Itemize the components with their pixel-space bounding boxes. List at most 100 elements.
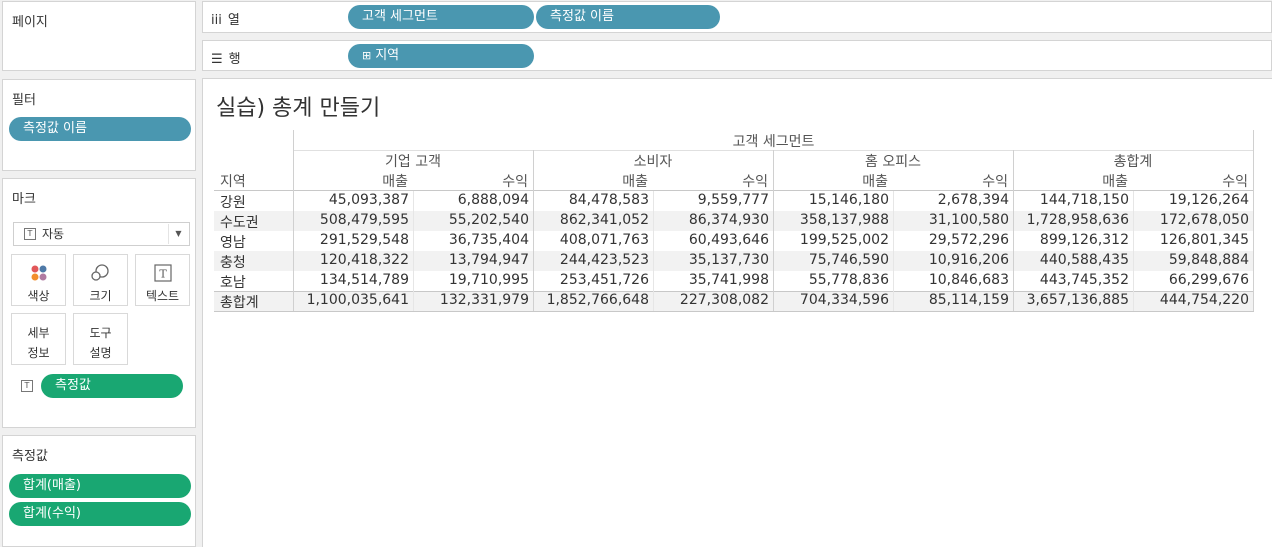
detail-button-label: 세부 정보 xyxy=(27,326,50,360)
value-cell: 60,493,646 xyxy=(688,232,769,248)
tooltip-button[interactable]: 도구 설명 xyxy=(73,313,128,365)
measure-pill-profit[interactable]: 합계(수익) xyxy=(9,502,191,526)
value-cell: 59,848,884 xyxy=(1168,252,1249,268)
value-cell: 253,451,726 xyxy=(559,272,649,288)
segment-header: 기업 고객 xyxy=(385,154,441,170)
color-button-label: 색상 xyxy=(27,289,50,303)
rows-shelf[interactable]: ☰ 행 ⊞ 지역 xyxy=(202,40,1272,71)
value-cell: 45,093,387 xyxy=(328,192,409,208)
columns-shelf-label-text: 열 xyxy=(227,13,240,28)
filters-card-title: 필터 xyxy=(12,93,36,108)
value-cell: 85,114,159 xyxy=(928,292,1009,308)
value-cell: 1,100,035,641 xyxy=(306,292,409,308)
value-cell: 227,308,082 xyxy=(679,292,769,308)
segment-header: 홈 오피스 xyxy=(865,154,921,170)
pages-card-title: 페이지 xyxy=(12,15,48,30)
value-cell: 120,418,322 xyxy=(319,252,409,268)
measure-header: 수익 xyxy=(1222,174,1248,190)
size-button-label: 크기 xyxy=(89,289,112,303)
value-cell: 704,334,596 xyxy=(799,292,889,308)
measure-header: 수익 xyxy=(502,174,528,190)
value-cell: 19,710,995 xyxy=(448,272,529,288)
value-cell: 31,100,580 xyxy=(928,212,1009,228)
value-cell: 899,126,312 xyxy=(1039,232,1129,248)
value-cell: 244,423,523 xyxy=(559,252,649,268)
rows-shelf-label-text: 행 xyxy=(228,52,241,67)
region-label: 충청 xyxy=(220,255,246,271)
value-cell: 132,331,979 xyxy=(439,292,529,308)
value-cell: 862,341,052 xyxy=(559,212,649,228)
value-cell: 2,678,394 xyxy=(937,192,1009,208)
row-header-title: 지역 xyxy=(220,174,246,190)
measure-pill-sales[interactable]: 합계(매출) xyxy=(9,474,191,498)
region-label: 총합계 xyxy=(220,295,259,311)
filter-pill-measure-names[interactable]: 측정값 이름 xyxy=(9,117,191,141)
text-button-label: 텍스트 xyxy=(145,289,180,303)
measure-header: 매출 xyxy=(382,174,408,190)
value-cell: 35,137,730 xyxy=(688,252,769,268)
rows-pill-region-label: 지역 xyxy=(375,48,400,63)
rows-pill-region[interactable]: ⊞ 지역 xyxy=(348,44,534,68)
value-cell: 36,735,404 xyxy=(448,232,529,248)
mark-type-value: 자동 xyxy=(42,227,65,241)
value-cell: 444,754,220 xyxy=(1159,292,1249,308)
value-cell: 29,572,296 xyxy=(928,232,1009,248)
value-cell: 3,657,136,885 xyxy=(1026,292,1129,308)
rows-shelf-label: ☰ 행 xyxy=(211,48,241,67)
size-icon xyxy=(74,263,127,283)
rows-icon: ☰ xyxy=(211,52,223,67)
value-cell: 75,746,590 xyxy=(808,252,889,268)
measure-header: 매출 xyxy=(862,174,888,190)
region-label: 영남 xyxy=(220,235,246,251)
value-cell: 66,299,676 xyxy=(1168,272,1249,288)
value-cell: 15,146,180 xyxy=(808,192,889,208)
text-encoding-icon: T xyxy=(21,380,33,392)
region-label: 호남 xyxy=(220,275,246,291)
columns-shelf[interactable]: iii 열 고객 세그먼트 측정값 이름 xyxy=(202,1,1272,33)
value-cell: 358,137,988 xyxy=(799,212,889,228)
value-cell: 10,846,683 xyxy=(928,272,1009,288)
marks-field-pill[interactable]: 측정값 xyxy=(41,374,183,398)
value-cell: 9,559,777 xyxy=(697,192,769,208)
value-cell: 508,479,595 xyxy=(319,212,409,228)
value-cell: 199,525,002 xyxy=(799,232,889,248)
filters-card[interactable]: 필터 측정값 이름 xyxy=(2,79,196,171)
measure-values-card: 측정값 합계(매출) 합계(수익) xyxy=(2,435,196,547)
table-bottom-line xyxy=(214,311,1254,312)
color-button[interactable]: 색상 xyxy=(11,254,66,306)
region-label: 수도권 xyxy=(220,215,259,231)
value-cell: 86,374,930 xyxy=(688,212,769,228)
marks-card-title: 마크 xyxy=(12,192,36,207)
value-cell: 1,852,766,648 xyxy=(546,292,649,308)
measure-header: 수익 xyxy=(742,174,768,190)
value-cell: 55,202,540 xyxy=(448,212,529,228)
table-right-edge xyxy=(1253,130,1254,311)
value-cell: 291,529,548 xyxy=(319,232,409,248)
mark-type-dropdown[interactable]: T 자동 ▼ xyxy=(13,222,190,246)
value-cell: 84,478,583 xyxy=(568,192,649,208)
text-mark-icon: T xyxy=(24,228,36,240)
measure-header: 매출 xyxy=(1102,174,1128,190)
columns-shelf-label: iii 열 xyxy=(211,9,240,28)
value-cell: 443,745,352 xyxy=(1039,272,1129,288)
segment-header: 총합계 xyxy=(1113,154,1153,170)
value-cell: 55,778,836 xyxy=(808,272,889,288)
pages-card[interactable]: 페이지 xyxy=(2,1,196,71)
columns-pill-customer-segment[interactable]: 고객 세그먼트 xyxy=(348,5,534,29)
detail-button[interactable]: 세부 정보 xyxy=(11,313,66,365)
columns-pill-measure-names[interactable]: 측정값 이름 xyxy=(536,5,720,29)
value-cell: 6,888,094 xyxy=(457,192,529,208)
value-cell: 13,794,947 xyxy=(448,252,529,268)
svg-text:T: T xyxy=(159,268,167,281)
size-button[interactable]: 크기 xyxy=(73,254,128,306)
value-cell: 440,588,435 xyxy=(1039,252,1129,268)
text-button[interactable]: T 텍스트 xyxy=(135,254,190,306)
measure-header: 수익 xyxy=(982,174,1008,190)
expand-icon: ⊞ xyxy=(362,49,372,62)
columns-icon: iii xyxy=(211,13,222,28)
segment-header: 소비자 xyxy=(633,154,673,170)
value-cell: 144,718,150 xyxy=(1039,192,1129,208)
region-label: 강원 xyxy=(220,195,246,211)
value-cell: 19,126,264 xyxy=(1168,192,1249,208)
value-cell: 35,741,998 xyxy=(688,272,769,288)
